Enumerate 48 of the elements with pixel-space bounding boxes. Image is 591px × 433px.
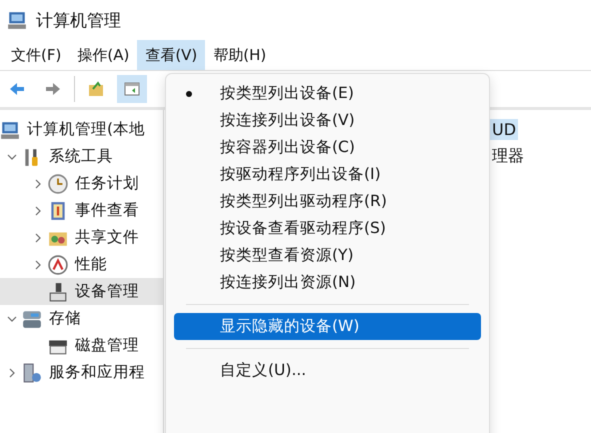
menu-item[interactable]: 操作(A) — [69, 40, 138, 70]
menu-item[interactable]: 帮助(H) — [205, 40, 274, 70]
toolbar-button[interactable] — [117, 75, 147, 103]
tree-item[interactable]: 性能 — [0, 251, 163, 278]
menu-option[interactable]: 显示隐藏的设备(W) — [174, 313, 481, 340]
menu-item[interactable]: 文件(F) — [3, 40, 70, 70]
menu-option[interactable]: 按驱动程序列出设备(I) — [174, 161, 481, 188]
tree-item[interactable]: 磁盘管理 — [0, 332, 163, 359]
tree-item-label: 设备管理 — [74, 281, 140, 302]
tree-item[interactable]: 任务计划 — [0, 170, 163, 197]
tree-item-label: 性能 — [74, 254, 108, 275]
list-item[interactable]: 理器 — [490, 145, 526, 168]
menu-option[interactable]: 按连接列出资源(N) — [174, 269, 481, 296]
tree-item-label: 任务计划 — [74, 173, 140, 194]
tree-node-icon — [22, 308, 42, 328]
pane-icon — [122, 80, 142, 98]
tree-node-icon — [22, 362, 42, 382]
tree-item[interactable]: 系统工具 — [0, 143, 163, 170]
menu-option[interactable]: 按连接列出设备(V) — [174, 107, 481, 134]
tree-node-icon — [48, 174, 68, 194]
list-item[interactable]: UD — [490, 119, 518, 140]
folder-icon — [86, 80, 106, 98]
tree-item[interactable]: 设备管理 — [0, 278, 163, 305]
tree-item[interactable]: 共享文件 — [0, 224, 163, 251]
menu-option[interactable]: 按容器列出设备(C) — [174, 134, 481, 161]
radio-bullet-icon — [186, 91, 192, 97]
tree-item[interactable]: 事件查看 — [0, 197, 163, 224]
tree-node-icon — [0, 120, 20, 140]
menu-item[interactable]: 查看(V) — [137, 40, 206, 70]
tree-item-label: 系统工具 — [48, 146, 114, 167]
tree-item-label: 事件查看 — [74, 200, 140, 221]
tree-item-label: 计算机管理(本地 — [26, 119, 146, 140]
tree-item-label: 磁盘管理 — [74, 335, 140, 356]
tree-item[interactable]: 存储 — [0, 305, 163, 332]
tree-node-icon — [48, 254, 68, 274]
window-title: 计算机管理 — [36, 10, 121, 32]
tree-item-label: 服务和应用程 — [48, 362, 146, 383]
menu-option[interactable]: 按类型列出驱动程序(R) — [174, 188, 481, 215]
tree-item[interactable]: 服务和应用程 — [0, 359, 163, 386]
menu-option[interactable]: 按类型列出设备(E) — [174, 80, 481, 107]
tree-item-label: 共享文件 — [74, 227, 140, 248]
tree-item[interactable]: 计算机管理(本地 — [0, 116, 163, 143]
tree-item-label: 存储 — [48, 308, 82, 329]
menu-option[interactable]: 按类型查看资源(Y) — [174, 242, 481, 269]
menu-option[interactable]: 自定义(U)... — [174, 357, 481, 384]
computer-icon — [6, 10, 28, 30]
tree-node-icon — [48, 282, 68, 302]
menu-option[interactable]: 按设备查看驱动程序(S) — [174, 215, 481, 242]
